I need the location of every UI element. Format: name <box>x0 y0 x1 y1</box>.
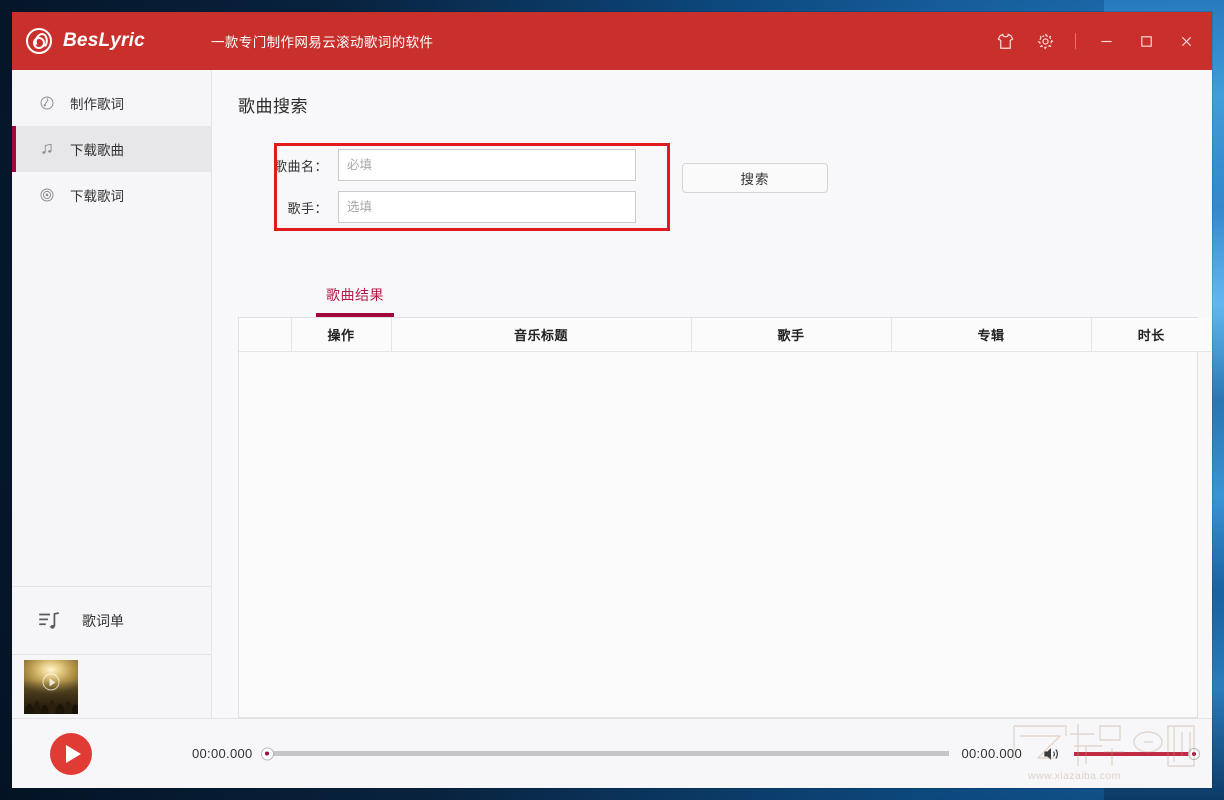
sidebar-item-label: 制作歌词 <box>70 97 124 112</box>
brand: BesLyric <box>12 28 197 54</box>
watermark-url: www.xiazaiba.com <box>1028 770 1121 782</box>
speaker-icon[interactable] <box>1040 743 1062 765</box>
column-header-title[interactable]: 音乐标题 <box>391 318 692 352</box>
sidebar-filler <box>12 218 211 586</box>
progress-slider[interactable] <box>260 747 950 760</box>
current-time: 00:00.000 <box>192 746 253 761</box>
table-header-row: 操作 音乐标题 歌手 专辑 时长 <box>239 318 1211 352</box>
sidebar: 制作歌词 下载歌曲 下载歌词 歌词单 <box>12 70 212 718</box>
artist-field-group: 歌手： <box>252 191 636 223</box>
search-button[interactable]: 搜索 <box>682 163 828 193</box>
results-table-wrapper: 操作 音乐标题 歌手 专辑 时长 <box>238 317 1211 718</box>
search-panel: 歌曲名： 歌手： 搜索 <box>238 137 1198 237</box>
volume-slider[interactable] <box>1074 747 1200 760</box>
play-circle-icon[interactable] <box>42 673 60 691</box>
desktop-background: BesLyric 一款专门制作网易云滚动歌词的软件 制作歌词 下载歌曲 下载歌词… <box>0 0 1224 800</box>
results-empty-area <box>239 352 1197 718</box>
column-header-album[interactable]: 专辑 <box>891 318 1092 352</box>
column-header-select <box>239 318 292 352</box>
sidebar-item-download-lyrics[interactable]: 下载歌词 <box>12 172 211 218</box>
gear-icon[interactable] <box>1025 21 1065 61</box>
volume-slider-handle[interactable] <box>1188 747 1200 760</box>
maximize-button[interactable] <box>1126 21 1166 61</box>
titlebar-controls <box>985 21 1212 61</box>
app-window: BesLyric 一款专门制作网易云滚动歌词的软件 制作歌词 下载歌曲 下载歌词… <box>12 12 1212 788</box>
close-button[interactable] <box>1166 21 1206 61</box>
sidebar-item-make-lyrics[interactable]: 制作歌词 <box>12 80 211 126</box>
tab-song-results[interactable]: 歌曲结果 <box>316 285 394 317</box>
main-content: 歌曲搜索 歌曲名： 歌手： 搜 <box>212 70 1212 718</box>
play-icon[interactable] <box>50 732 92 775</box>
artist-input[interactable] <box>338 191 636 223</box>
playlist-note-icon <box>34 606 64 636</box>
column-header-duration[interactable]: 时长 <box>1091 318 1211 352</box>
window-body: 制作歌词 下载歌曲 下载歌词 歌词单 歌曲搜索 歌曲名： 必填 歌手： 选填 搜… <box>12 70 1212 718</box>
album-art-thumbnail[interactable] <box>24 659 78 714</box>
results-tabs: 歌曲结果 <box>238 285 1198 317</box>
progress-slider-handle[interactable] <box>260 747 274 760</box>
sidebar-item-label: 下载歌词 <box>70 189 124 204</box>
music-note-icon <box>38 140 56 158</box>
column-header-artist[interactable]: 歌手 <box>691 318 892 352</box>
lyric-list-label: 歌词单 <box>82 612 124 629</box>
minimize-button[interactable] <box>1086 21 1126 61</box>
results-section: 歌曲结果 操作 音乐标题 歌手 专辑 时长 <box>238 285 1211 718</box>
title-bar: BesLyric 一款专门制作网易云滚动歌词的软件 <box>12 12 1212 70</box>
results-table-head: 操作 音乐标题 歌手 专辑 时长 <box>239 318 1211 352</box>
artist-label: 歌手： <box>287 200 328 216</box>
t-shirt-icon[interactable] <box>985 21 1025 61</box>
song-name-label: 歌曲名： <box>273 158 328 174</box>
song-name-input[interactable] <box>338 149 636 181</box>
netease-cloud-music-logo-icon <box>26 28 52 54</box>
total-time: 00:00.000 <box>961 746 1022 761</box>
search-row: 歌曲名： 歌手： 搜索 <box>252 137 828 235</box>
sidebar-nav: 制作歌词 下载歌曲 下载歌词 <box>12 70 211 218</box>
results-table: 操作 音乐标题 歌手 专辑 时长 <box>239 318 1211 352</box>
app-title: BesLyric <box>63 30 145 51</box>
sidebar-item-label: 下载歌曲 <box>70 143 124 158</box>
titlebar-divider <box>1075 33 1076 49</box>
lyric-pen-icon <box>38 94 56 112</box>
radio-wave-icon <box>38 186 56 204</box>
album-strip <box>12 654 211 718</box>
player-bar: 00:00.000 00:00.000 www.xiazaiba.com <box>12 718 1212 788</box>
app-slogan: 一款专门制作网易云滚动歌词的软件 <box>211 35 434 50</box>
song-name-field-group: 歌曲名： <box>252 149 636 181</box>
search-fields: 歌曲名： 歌手： <box>252 137 636 235</box>
page-title: 歌曲搜索 <box>238 97 308 116</box>
sidebar-item-download-songs[interactable]: 下载歌曲 <box>12 126 211 172</box>
sidebar-item-lyric-list[interactable]: 歌词单 <box>12 586 211 654</box>
column-header-action[interactable]: 操作 <box>291 318 392 352</box>
